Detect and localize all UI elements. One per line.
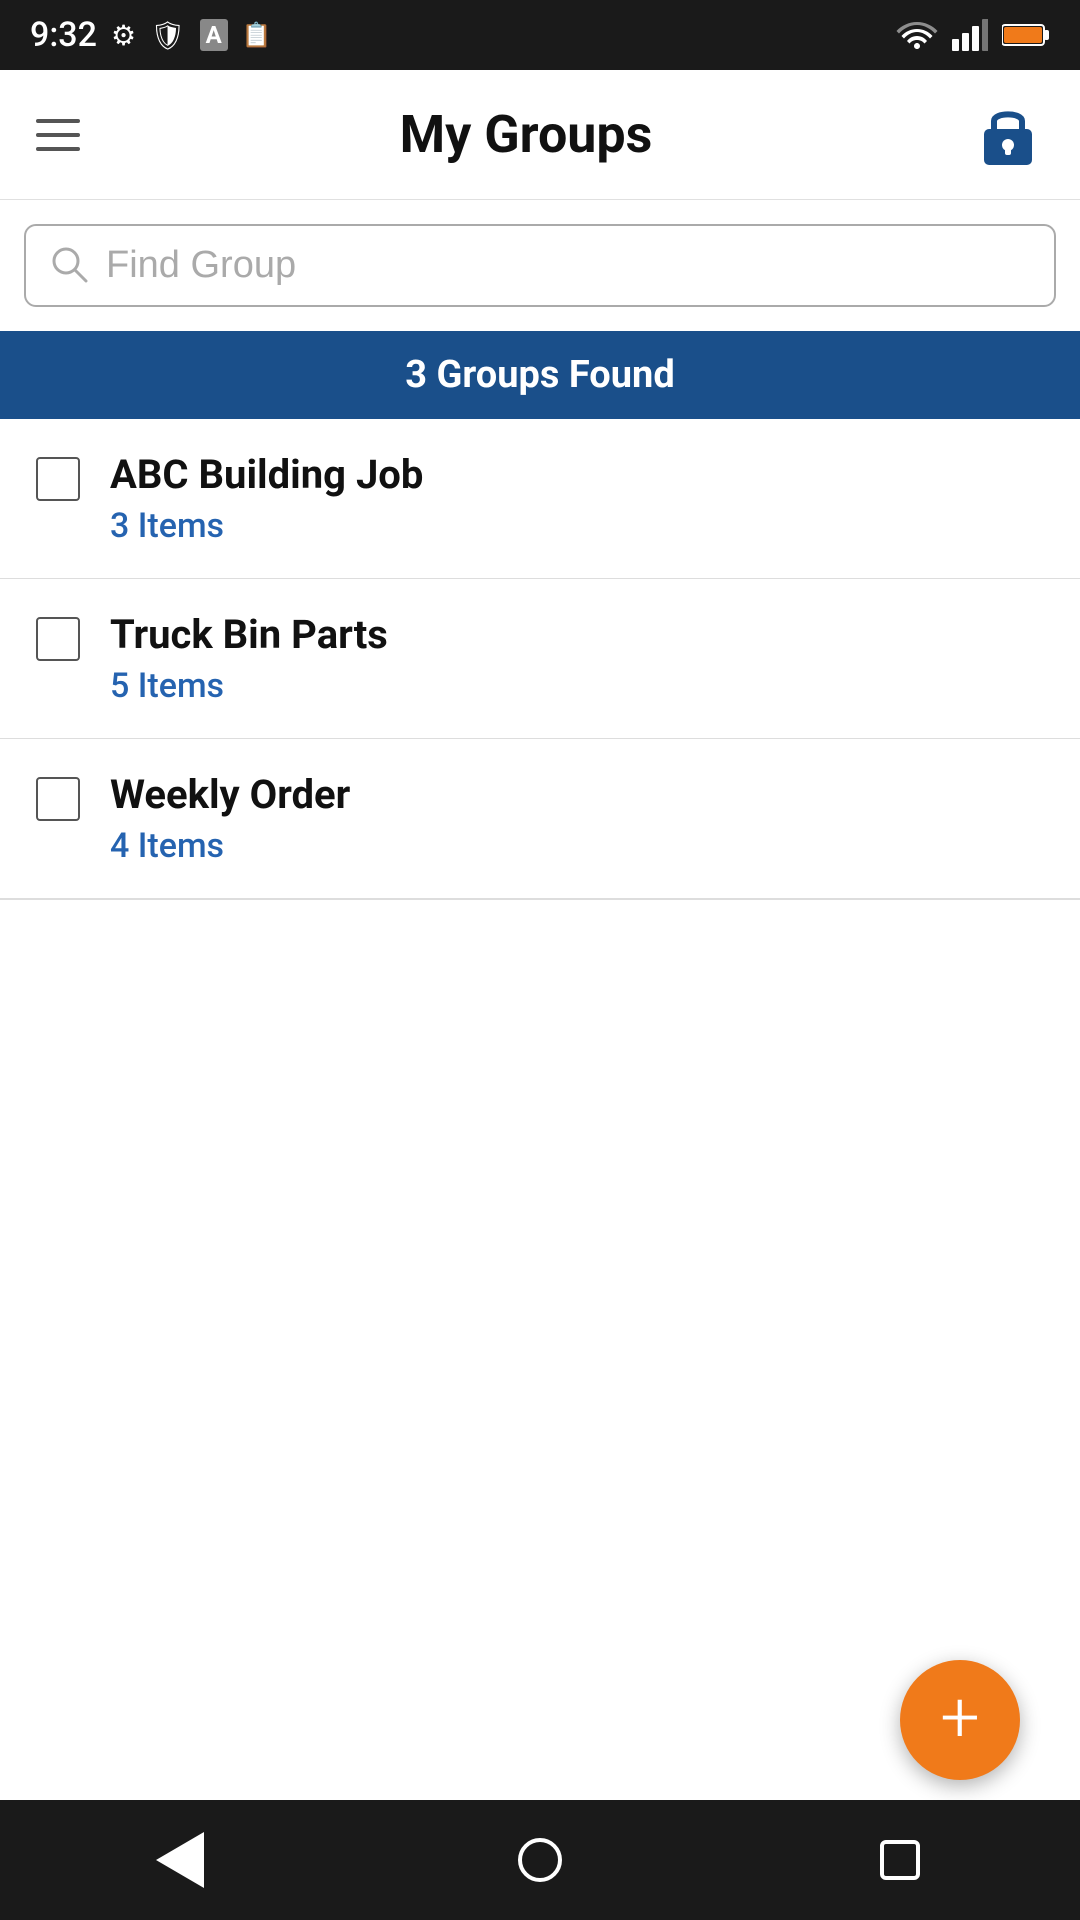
group-items-3: 4 Items: [110, 826, 350, 866]
group-checkbox-3[interactable]: [36, 777, 80, 821]
back-icon: [156, 1832, 204, 1888]
home-icon: [518, 1838, 562, 1882]
hamburger-line-3: [36, 147, 80, 151]
group-info-1: ABC Building Job 3 Items: [110, 451, 423, 546]
hamburger-menu-button[interactable]: [36, 119, 80, 151]
search-container: [0, 200, 1080, 307]
status-bar: 9:32 ⚙ 🛡 A 📋: [0, 0, 1080, 70]
home-button[interactable]: [500, 1820, 580, 1900]
add-group-fab[interactable]: +: [900, 1660, 1020, 1780]
content-divider: [0, 899, 1080, 900]
group-info-3: Weekly Order 4 Items: [110, 771, 350, 866]
lock-icon: [980, 103, 1036, 167]
font-icon: A: [200, 19, 228, 51]
add-icon: +: [940, 1683, 980, 1753]
back-button[interactable]: [140, 1820, 220, 1900]
recents-icon: [880, 1840, 920, 1880]
search-box: [24, 224, 1056, 307]
signal-icon: [952, 19, 988, 51]
group-items-2: 5 Items: [110, 666, 388, 706]
search-icon: [50, 245, 88, 287]
group-info-2: Truck Bin Parts 5 Items: [110, 611, 388, 706]
group-item[interactable]: Weekly Order 4 Items: [0, 739, 1080, 899]
recents-button[interactable]: [860, 1820, 940, 1900]
lock-button[interactable]: [972, 99, 1044, 171]
wifi-icon: [896, 19, 938, 51]
group-item[interactable]: Truck Bin Parts 5 Items: [0, 579, 1080, 739]
status-time: 9:32: [30, 15, 97, 55]
hamburger-line-1: [36, 119, 80, 123]
group-items-1: 3 Items: [110, 506, 423, 546]
status-bar-right: [896, 19, 1050, 51]
group-name-3: Weekly Order: [110, 771, 350, 818]
group-name-2: Truck Bin Parts: [110, 611, 388, 658]
shield-icon: 🛡: [150, 19, 186, 52]
settings-icon: ⚙: [111, 19, 136, 52]
group-name-1: ABC Building Job: [110, 451, 423, 498]
battery-icon: [1002, 21, 1050, 49]
clipboard-icon: 📋: [242, 21, 272, 49]
page-title: My Groups: [400, 104, 653, 165]
app-bar: My Groups: [0, 70, 1080, 200]
group-checkbox-2[interactable]: [36, 617, 80, 661]
search-input[interactable]: [106, 244, 1030, 287]
status-bar-left: 9:32 ⚙ 🛡 A 📋: [30, 15, 272, 55]
hamburger-line-2: [36, 133, 80, 137]
group-item[interactable]: ABC Building Job 3 Items: [0, 419, 1080, 579]
group-checkbox-1[interactable]: [36, 457, 80, 501]
groups-list: ABC Building Job 3 Items Truck Bin Parts…: [0, 419, 1080, 899]
groups-found-text: 3 Groups Found: [405, 353, 674, 397]
bottom-nav: [0, 1800, 1080, 1920]
groups-found-banner: 3 Groups Found: [0, 331, 1080, 419]
